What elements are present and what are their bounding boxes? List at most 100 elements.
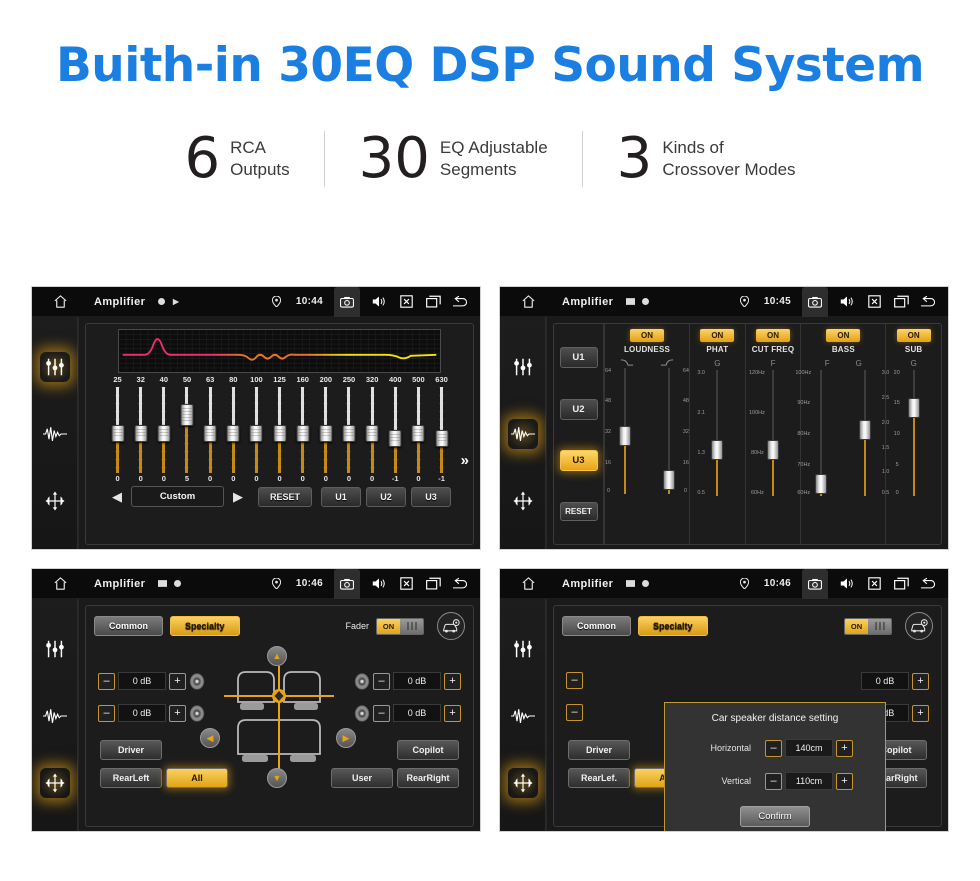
increase-button[interactable]: + (169, 704, 186, 722)
preset-rearleft-button[interactable]: RearLeft (100, 768, 162, 788)
waveform-icon[interactable] (507, 418, 538, 449)
slider[interactable]: 120Hz 100Hz 80Hz 60Hz (749, 370, 793, 500)
balance-icon[interactable] (40, 486, 70, 516)
eq-slider[interactable]: 0 (199, 387, 222, 483)
increase-button[interactable]: + (836, 772, 853, 790)
cutfreq-on-button[interactable]: ON (756, 329, 790, 342)
tab-specialty[interactable]: Specialty (170, 616, 240, 636)
preset-driver-button[interactable]: Driver (568, 740, 630, 760)
eq-slider[interactable]: 5 (175, 387, 198, 483)
volume-icon[interactable] (371, 576, 387, 592)
eq-slider[interactable]: 0 (129, 387, 152, 483)
slider[interactable]: 100Hz 90Hz 80Hz 70Hz 60Hz (795, 370, 841, 500)
eq-slider[interactable]: 0 (106, 387, 129, 483)
slider[interactable]: 64 48 32 16 0 (649, 368, 689, 498)
close-box-icon[interactable] (866, 576, 882, 592)
equalizer-icon[interactable] (40, 634, 70, 664)
decrease-button[interactable]: – (98, 672, 115, 690)
preset-user-button[interactable]: User (331, 768, 393, 788)
move-right-button[interactable]: ▶ (336, 728, 356, 748)
phat-on-button[interactable]: ON (700, 329, 735, 342)
decrease-button[interactable]: – (566, 704, 583, 721)
chevron-right-icon[interactable]: » (461, 452, 469, 469)
preset-u1-button[interactable]: U1 (559, 347, 598, 369)
balance-icon[interactable] (507, 768, 538, 799)
eq-slider[interactable]: 0 (337, 387, 360, 483)
eq-slider[interactable]: 0 (314, 387, 337, 483)
increase-button[interactable]: + (912, 672, 929, 690)
increase-button[interactable]: + (912, 704, 929, 722)
eq-slider[interactable]: -1 (430, 387, 453, 483)
home-icon[interactable] (40, 294, 80, 309)
tab-common[interactable]: Common (94, 616, 163, 636)
camera-icon[interactable] (802, 287, 828, 317)
preset-u3-button[interactable]: U3 (559, 450, 598, 472)
slider[interactable]: 64 48 32 16 0 (605, 368, 645, 498)
preset-copilot-button[interactable]: Copilot (397, 740, 459, 760)
close-box-icon[interactable] (398, 294, 414, 310)
decrease-button[interactable]: – (373, 672, 390, 690)
close-box-icon[interactable] (866, 294, 882, 310)
preset-u1-button[interactable]: U1 (321, 486, 361, 507)
preset-rearright-button[interactable]: RearRight (397, 768, 459, 788)
move-up-button[interactable]: ▲ (267, 646, 287, 666)
preset-all-button[interactable]: All (166, 768, 228, 788)
increase-button[interactable]: + (444, 704, 461, 722)
waveform-icon[interactable] (40, 701, 70, 731)
preset-u3-button[interactable]: U3 (411, 486, 451, 507)
volume-icon[interactable] (839, 576, 855, 592)
slider[interactable]: 3.0 2.5 2.0 1.5 1.0 0.5 (845, 370, 889, 500)
preset-u2-button[interactable]: U2 (366, 486, 406, 507)
move-left-button[interactable]: ◀ (200, 728, 220, 748)
recents-icon[interactable] (425, 576, 441, 592)
waveform-icon[interactable] (508, 701, 538, 731)
equalizer-icon[interactable] (39, 351, 70, 382)
eq-slider[interactable]: 0 (407, 387, 430, 483)
equalizer-icon[interactable] (508, 634, 538, 664)
preset-name-display[interactable]: Custom (131, 486, 224, 507)
waveform-icon[interactable] (40, 419, 70, 449)
eq-slider[interactable]: 0 (291, 387, 314, 483)
eq-slider[interactable]: 0 (245, 387, 268, 483)
back-arrow-icon[interactable] (920, 294, 936, 310)
car-settings-icon[interactable] (437, 612, 465, 640)
preset-u2-button[interactable]: U2 (559, 398, 598, 420)
decrease-button[interactable]: – (765, 739, 782, 757)
slider[interactable]: 3.0 2.1 1.3 0.5 (697, 370, 737, 500)
fader-toggle[interactable]: ON (844, 617, 892, 635)
eq-slider[interactable]: 0 (361, 387, 384, 483)
sub-on-button[interactable]: ON (896, 329, 931, 342)
fader-toggle[interactable]: ON (376, 617, 424, 635)
decrease-button[interactable]: – (373, 704, 390, 722)
recents-icon[interactable] (893, 294, 909, 310)
eq-slider[interactable]: -1 (384, 387, 407, 483)
home-icon[interactable] (508, 294, 548, 309)
back-arrow-icon[interactable] (920, 576, 936, 592)
close-box-icon[interactable] (398, 576, 414, 592)
recents-icon[interactable] (425, 294, 441, 310)
balance-icon[interactable] (39, 768, 70, 799)
decrease-button[interactable]: – (566, 672, 583, 689)
increase-button[interactable]: + (444, 672, 461, 690)
car-settings-icon[interactable] (905, 612, 933, 640)
car-seat-diagram[interactable] (224, 666, 334, 776)
balance-icon[interactable] (508, 486, 538, 516)
equalizer-icon[interactable] (508, 352, 538, 382)
recents-icon[interactable] (893, 576, 909, 592)
loudness-on-button[interactable]: ON (630, 329, 664, 342)
camera-icon[interactable] (334, 569, 360, 599)
preset-rearleft-button[interactable]: RearLef. (568, 768, 630, 788)
volume-icon[interactable] (839, 294, 855, 310)
reset-button[interactable]: RESET (258, 486, 312, 507)
camera-icon[interactable] (802, 569, 828, 599)
slider[interactable]: 20 15 10 5 0 (894, 370, 934, 500)
preset-driver-button[interactable]: Driver (100, 740, 162, 760)
confirm-button[interactable]: Confirm (740, 806, 810, 827)
bass-on-button[interactable]: ON (826, 329, 861, 342)
eq-slider[interactable]: 0 (152, 387, 175, 483)
home-icon[interactable] (508, 576, 548, 591)
increase-button[interactable]: + (169, 672, 186, 690)
reset-button[interactable]: RESET (559, 501, 598, 521)
tab-common[interactable]: Common (562, 616, 631, 636)
back-arrow-icon[interactable] (452, 294, 468, 310)
